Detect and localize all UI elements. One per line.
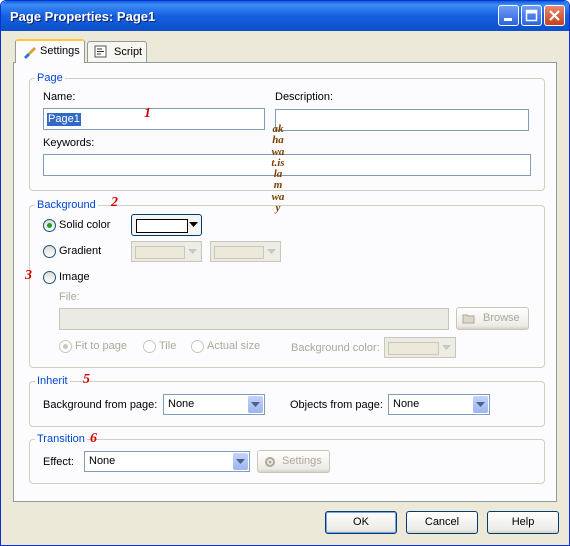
gradient-color-1[interactable] xyxy=(131,241,202,262)
settings-label: Settings xyxy=(282,455,322,467)
tab-label: Settings xyxy=(40,45,80,57)
help-button[interactable]: Help xyxy=(487,511,559,534)
name-label: Name: xyxy=(43,91,76,103)
effect-select[interactable]: None xyxy=(84,451,250,472)
file-field[interactable] xyxy=(59,308,449,330)
annotation-number: 6 xyxy=(90,431,97,446)
chevron-down-icon xyxy=(236,459,245,464)
fit-to-page-label[interactable]: Fit to page xyxy=(75,340,127,353)
window-title: Page Properties: Page1 xyxy=(10,9,156,24)
inherit-group-legend: Inherit xyxy=(35,375,70,388)
gear-icon xyxy=(265,457,275,467)
effect-label: Effect: xyxy=(43,456,74,468)
title-bar[interactable]: Page Properties: Page1 xyxy=(1,1,569,31)
tile-radio[interactable] xyxy=(143,340,156,353)
image-radio[interactable] xyxy=(43,271,56,284)
color-swatch xyxy=(135,246,185,259)
background-color-picker[interactable] xyxy=(384,337,456,358)
solid-color-label[interactable]: Solid color xyxy=(59,219,110,232)
select-value: None xyxy=(89,455,116,467)
background-from-page-label: Background from page: xyxy=(43,399,158,411)
keywords-label: Keywords: xyxy=(43,137,95,149)
minimize-button[interactable] xyxy=(498,5,519,26)
transition-group-legend: Transition xyxy=(35,433,87,446)
background-color-label: Background color: xyxy=(291,342,380,354)
folder-icon xyxy=(462,314,475,324)
chevron-down-icon xyxy=(189,222,198,227)
color-swatch xyxy=(214,246,264,259)
gradient-label[interactable]: Gradient xyxy=(59,245,101,258)
image-label[interactable]: Image xyxy=(59,271,90,284)
browse-label: Browse xyxy=(483,312,520,324)
annotation-number: 1 xyxy=(144,106,151,121)
brush-icon xyxy=(24,47,36,59)
solid-color-radio[interactable] xyxy=(43,219,56,232)
close-button[interactable] xyxy=(544,5,565,26)
maximize-button[interactable] xyxy=(521,5,542,26)
gradient-color-2[interactable] xyxy=(210,241,281,262)
select-value: None xyxy=(393,398,420,410)
chevron-down-icon xyxy=(251,402,260,407)
background-group-legend: Background xyxy=(35,199,98,212)
background-from-page-select[interactable]: None xyxy=(163,394,265,415)
cancel-button[interactable]: Cancel xyxy=(406,511,478,534)
description-label: Description: xyxy=(275,91,334,103)
transition-settings-button[interactable]: Settings xyxy=(257,450,330,473)
dialog-window: Page Properties: Page1 Settings Script P… xyxy=(0,0,570,546)
name-field[interactable]: Page1 xyxy=(43,108,265,130)
tab-settings[interactable]: Settings xyxy=(15,39,85,63)
tab-script[interactable]: Script xyxy=(87,41,147,62)
ok-button[interactable]: OK xyxy=(325,511,397,534)
fit-to-page-radio[interactable] xyxy=(59,340,72,353)
file-label: File: xyxy=(59,291,80,303)
browse-button[interactable]: Browse xyxy=(456,307,529,330)
close-icon xyxy=(549,10,560,21)
gradient-radio[interactable] xyxy=(43,245,56,258)
chevron-down-icon xyxy=(476,402,485,407)
name-value: Page1 xyxy=(47,113,81,126)
chevron-down-icon xyxy=(188,249,197,254)
maximize-icon xyxy=(525,9,538,22)
solid-color-picker[interactable] xyxy=(131,214,202,236)
vertical-watermark-text: akhawat.islamway xyxy=(271,123,285,215)
page-group-legend: Page xyxy=(35,72,65,85)
annotation-number: 3 xyxy=(25,268,32,283)
objects-from-page-select[interactable]: None xyxy=(388,394,490,415)
tab-label: Script xyxy=(114,46,143,58)
keywords-field[interactable] xyxy=(43,154,531,176)
script-icon xyxy=(94,45,107,58)
select-value: None xyxy=(168,398,195,410)
annotation-number: 5 xyxy=(83,372,90,387)
chevron-down-icon xyxy=(442,345,451,350)
color-swatch xyxy=(388,342,439,355)
minimize-icon xyxy=(504,18,512,21)
annotation-number: 2 xyxy=(111,195,118,210)
chevron-down-icon xyxy=(267,249,276,254)
description-field[interactable] xyxy=(275,109,529,131)
color-swatch xyxy=(136,219,188,233)
objects-from-page-label: Objects from page: xyxy=(290,399,383,411)
actual-size-label[interactable]: Actual size xyxy=(207,340,260,353)
tile-label[interactable]: Tile xyxy=(159,340,176,353)
actual-size-radio[interactable] xyxy=(191,340,204,353)
